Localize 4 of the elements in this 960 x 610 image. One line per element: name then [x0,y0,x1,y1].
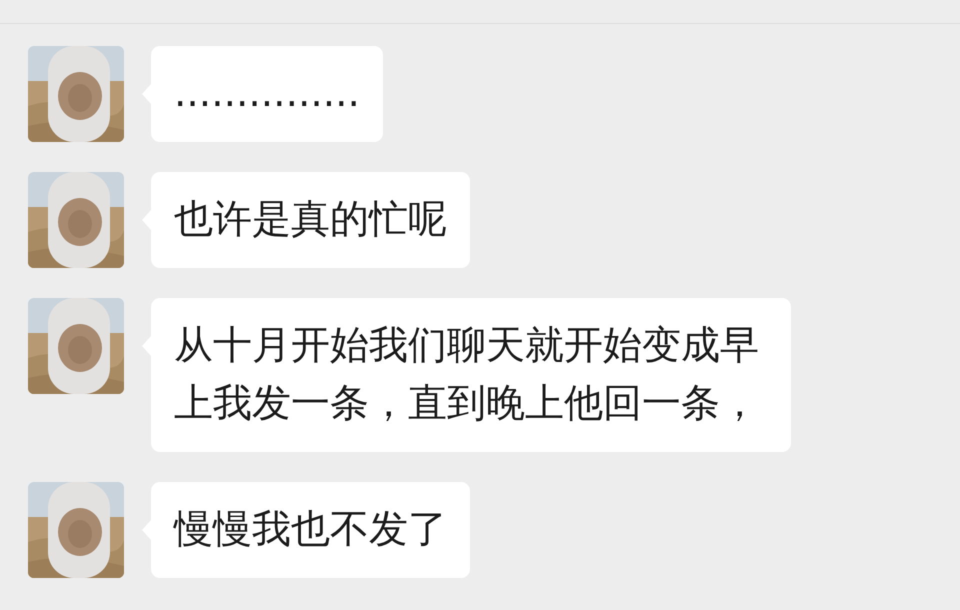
message-bubble: 也许是真的忙呢 [151,172,470,268]
message-bubble: ............... [151,46,383,142]
message-bubble: 慢慢我也不发了 [151,482,470,578]
message-bubble: 从十月开始我们聊天就开始变成早上我发一条，直到晚上他回一条， [151,298,791,452]
